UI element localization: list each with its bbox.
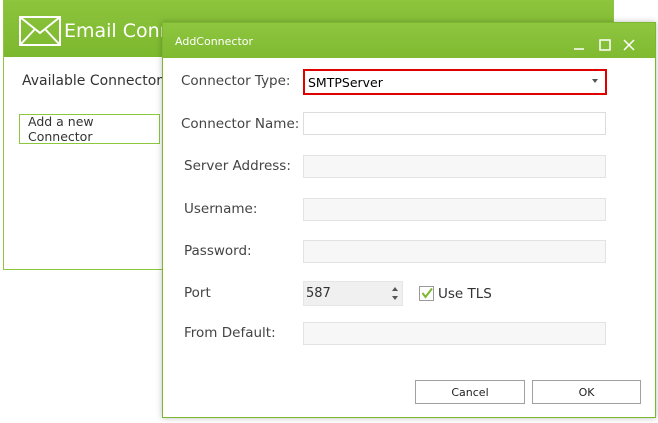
username-label: Username:	[184, 201, 258, 217]
use-tls-checkbox[interactable]	[419, 286, 434, 301]
cancel-button[interactable]: Cancel	[415, 380, 525, 404]
minimize-icon[interactable]	[573, 39, 585, 51]
maximize-icon[interactable]	[599, 39, 611, 51]
connector-type-select[interactable]: SMTPServer	[303, 69, 607, 95]
connector-name-label: Connector Name:	[181, 116, 300, 132]
dialog-titlebar: AddConnector	[163, 23, 655, 58]
close-icon[interactable]	[623, 39, 635, 51]
dropdown-arrow-icon[interactable]	[592, 79, 598, 83]
ok-button[interactable]: OK	[532, 380, 641, 404]
server-address-input[interactable]	[303, 155, 606, 178]
add-connector-dialog: AddConnector Connector Type: SMTPServer …	[162, 22, 656, 418]
available-connectors-label: Available Connectors	[22, 73, 170, 89]
connector-type-label: Connector Type:	[181, 73, 291, 89]
email-connectors-title: Email Conn	[64, 20, 172, 42]
from-default-label: From Default:	[184, 325, 276, 341]
dialog-title: AddConnector	[175, 35, 254, 48]
username-input[interactable]	[303, 198, 606, 221]
from-default-input[interactable]	[303, 322, 606, 345]
port-value: 587	[306, 286, 331, 301]
password-label: Password:	[184, 243, 252, 259]
port-stepper[interactable]: 587	[303, 281, 403, 306]
checkmark-icon	[421, 287, 433, 299]
increment-arrow-icon[interactable]	[392, 287, 398, 291]
use-tls-label[interactable]: Use TLS	[438, 286, 492, 302]
server-address-label: Server Address:	[184, 158, 291, 174]
add-new-connector-button[interactable]: Add a new Connector	[19, 114, 160, 144]
connector-type-value: SMTPServer	[308, 74, 383, 90]
decrement-arrow-icon[interactable]	[392, 296, 398, 300]
connector-name-input[interactable]	[303, 112, 606, 135]
password-input[interactable]	[303, 240, 606, 263]
port-label: Port	[184, 285, 211, 301]
envelope-icon	[19, 16, 61, 46]
